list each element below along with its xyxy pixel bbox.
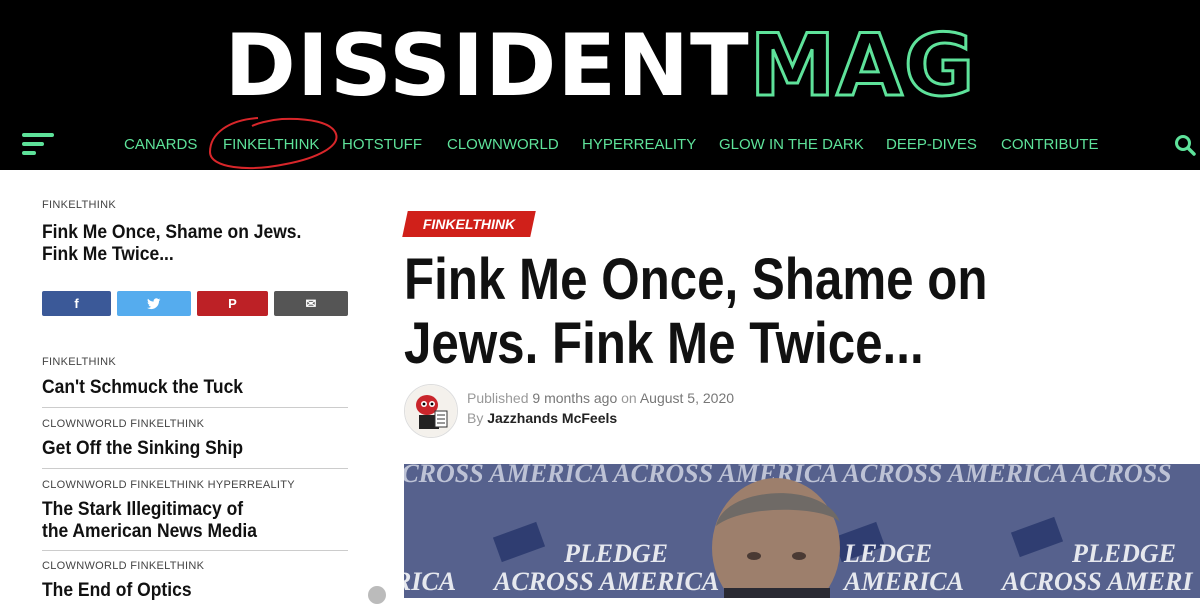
list-item-title[interactable]: The End of Optics <box>42 580 327 602</box>
featured-category[interactable]: FINKELTHINK <box>42 199 116 211</box>
list-item-title[interactable]: The Stark Illegitimacy of the American N… <box>42 499 263 543</box>
published-label: Published <box>467 390 529 406</box>
svg-text:RICA: RICA <box>404 567 456 596</box>
nav-hotstuff[interactable]: HOTSTUFF <box>342 136 422 154</box>
email-icon: ✉ <box>305 295 317 311</box>
featured-photo: ACROSS AMERICA ACROSS AMERICA ACROSS AME… <box>404 464 1200 598</box>
logo-mag: MAG <box>748 16 976 116</box>
divider <box>42 468 348 469</box>
list-item-category[interactable]: CLOWNWORLD FINKELTHINK <box>42 560 204 572</box>
article-headline: Fink Me Once, Shame on Jews. Fink Me Twi… <box>404 247 988 376</box>
by-label: By <box>467 410 484 426</box>
scroll-indicator[interactable] <box>368 586 386 604</box>
author-avatar-image <box>405 385 457 437</box>
list-item-category[interactable]: FINKELTHINK <box>42 356 116 368</box>
list-item-category[interactable]: CLOWNWORLD FINKELTHINK <box>42 418 204 430</box>
author-link[interactable]: Jazzhands McFeels <box>487 410 617 426</box>
hamburger-icon[interactable] <box>22 133 54 157</box>
logo-dissident: DISSIDENT <box>224 16 750 116</box>
list-item-category[interactable]: CLOWNWORLD FINKELTHINK HYPERREALITY <box>42 479 295 491</box>
facebook-share-button[interactable]: f <box>42 291 111 316</box>
search-icon[interactable] <box>1174 134 1196 156</box>
author-avatar[interactable] <box>404 384 458 438</box>
nav-contribute[interactable]: CONTRIBUTE <box>1001 136 1099 154</box>
facebook-icon: f <box>74 296 79 311</box>
category-badge[interactable]: FINKELTHINK <box>405 211 533 237</box>
svg-text:ACROSS AMERI: ACROSS AMERI <box>1000 567 1193 596</box>
published-line: Published 9 months ago on August 5, 2020 <box>467 390 734 406</box>
article-featured-image: ACROSS AMERICA ACROSS AMERICA ACROSS AME… <box>404 464 1200 598</box>
divider <box>42 407 348 408</box>
on-label: on <box>621 390 637 406</box>
nav-hyperreality[interactable]: HYPERREALITY <box>582 136 696 154</box>
pinterest-share-button[interactable]: P <box>197 291 268 316</box>
site-header: DISSIDENTMAG CANARDS FINKELTHINK HOTSTUF… <box>0 0 1200 170</box>
published-date: August 5, 2020 <box>639 390 735 406</box>
divider <box>42 550 348 551</box>
email-share-button[interactable]: ✉ <box>274 291 348 316</box>
nav-deep-dives[interactable]: DEEP-DIVES <box>886 136 977 154</box>
nav-canards[interactable]: CANARDS <box>124 136 197 154</box>
twitter-share-button[interactable] <box>117 291 191 316</box>
published-ago: 9 months ago <box>532 390 618 406</box>
svg-text:PLEDGE: PLEDGE <box>1071 539 1176 568</box>
site-logo[interactable]: DISSIDENTMAG <box>0 16 1200 116</box>
twitter-icon <box>147 297 161 309</box>
svg-text:LEDGE: LEDGE <box>843 539 932 568</box>
pinterest-icon: P <box>228 296 237 311</box>
svg-text:AMERICA: AMERICA <box>842 567 964 596</box>
list-item-title[interactable]: Can't Schmuck the Tuck <box>42 377 327 399</box>
svg-text:ACROSS AMERICA: ACROSS AMERICA <box>492 567 719 596</box>
nav-clownworld[interactable]: CLOWNWORLD <box>447 136 559 154</box>
featured-title[interactable]: Fink Me Once, Shame on Jews. Fink Me Twi… <box>42 222 327 266</box>
svg-text:PLEDGE: PLEDGE <box>563 539 668 568</box>
nav-finkelthink[interactable]: FINKELTHINK <box>223 136 319 154</box>
list-item-title[interactable]: Get Off the Sinking Ship <box>42 438 327 460</box>
nav-glow-in-the-dark[interactable]: GLOW IN THE DARK <box>719 136 864 154</box>
byline: By Jazzhands McFeels <box>467 410 617 426</box>
